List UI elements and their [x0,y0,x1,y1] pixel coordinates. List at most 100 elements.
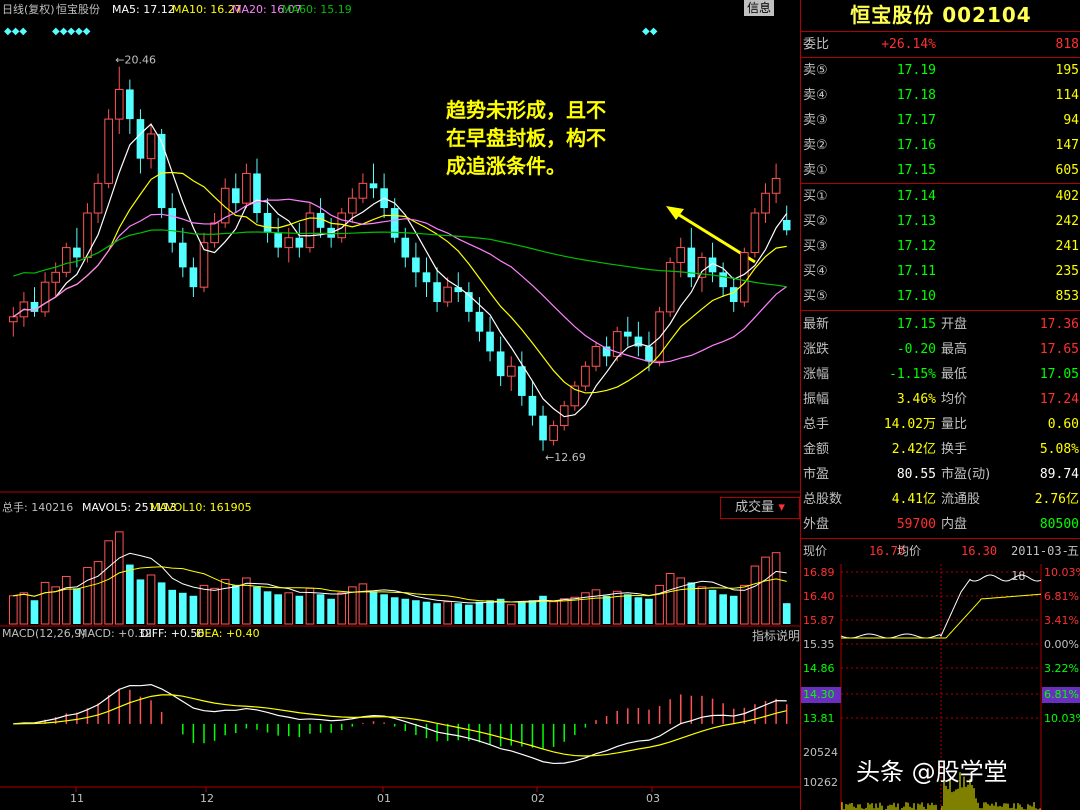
intraday-right-tick: 10.03% [1044,566,1080,579]
quote-label-2: 量比 [941,412,967,437]
mavol10-label: MAVOL10: 161905 [150,501,252,514]
intraday-right-tick: 6.81% [1044,688,1079,701]
orderbook-row: 卖① 17.15 605 [801,158,1080,183]
orderbook-row: 买② 17.13 242 [801,209,1080,234]
candle [730,277,738,312]
orderbook-price: 17.14 [897,184,936,209]
volume-bar [730,596,738,624]
volume-bar [391,597,399,624]
volume-bars [9,532,790,624]
orderbook-row: 卖② 17.16 147 [801,133,1080,158]
quote-label: 外盘 [803,512,829,537]
volume-bar [709,590,717,624]
volume-bar [41,582,49,624]
x-tick-label: 01 [377,792,391,805]
quote-row: 金额 2.42亿 换手 5.08% [801,437,1080,462]
intraday-right-tick: 10.03% [1044,712,1080,725]
volume-bar [698,587,706,624]
candle [507,356,515,391]
indicator-help-button[interactable]: 指标说明 [752,627,800,644]
volume-bar [306,588,314,624]
quote-value: 4.41亿 [892,487,936,512]
volume-bar [772,553,780,624]
candle [126,80,134,134]
candle [179,228,187,277]
volume-bar [656,585,664,624]
candle [253,159,261,223]
candle [147,124,155,168]
candle [476,297,484,341]
volume-bar [147,575,155,624]
orderbook-qty: 235 [1056,259,1079,284]
annotation-line-2: 在早盘封板，构不 [446,124,676,152]
intraday-left-tick: 15.35 [803,638,835,651]
volume-bar [476,602,484,624]
orderbook-label: 买④ [803,259,828,284]
weibi-value: +26.14% [881,32,936,57]
candle [582,361,590,391]
candle [486,317,494,361]
kline-chart[interactable]: 日线(复权) 恒宝股份 MA5: 17.12 MA10: 16.27 MA20:… [0,0,800,810]
volume-bar [645,599,653,624]
volume-bar [719,594,727,624]
info-button[interactable]: 信息 [744,0,774,16]
quote-value-2: 2.76亿 [1035,487,1079,512]
orderbook-row: 卖④ 17.18 114 [801,83,1080,108]
quote-value-2: 5.08% [1040,437,1079,462]
quote-value: 2.42亿 [892,437,936,462]
divider [801,310,1080,311]
volume-bar [412,600,420,624]
ma5-label: MA5: 17.12 [112,3,175,16]
quote-value-2: 17.36 [1040,312,1079,337]
intraday-left-tick: 13.81 [803,712,835,725]
volume-bar [433,603,441,624]
volume-bar [338,593,346,624]
orderbook-label: 买② [803,209,828,234]
svg-text:◆◆◆: ◆◆◆ [4,26,27,37]
candle [243,164,251,208]
quote-value-2: 17.24 [1040,387,1079,412]
volume-bar [52,587,60,624]
volume-bar [285,593,293,624]
volume-indicator-button[interactable]: 成交量 ▾ [720,497,800,519]
volume-bar [296,596,304,624]
volume-button-label: 成交量 [735,500,774,515]
weibi-label: 委比 [803,32,829,57]
candle [624,317,632,347]
quote-row: 市盈 80.55 市盈(动) 89.74 [801,462,1080,487]
quote-value: 3.46% [897,387,936,412]
volume-bar [221,579,229,624]
stock-title: 恒宝股份 002104 [801,0,1080,30]
intraday-left-tick: 14.30 [803,688,835,701]
quote-value: 14.02万 [884,412,936,437]
intraday-left-tick: 14.86 [803,662,835,675]
candle [783,206,791,236]
candle [200,233,208,292]
candle [370,164,378,199]
volume-bar [158,582,166,624]
orderbook-price: 17.17 [897,108,936,133]
volume-bar [62,576,70,624]
candle [412,243,420,287]
quote-label: 涨幅 [803,362,829,387]
candle [359,173,367,203]
candle [539,406,547,451]
volume-bar [137,579,145,624]
orderbook-label: 买① [803,184,828,209]
intraday-right-tick: 3.41% [1044,614,1079,627]
quote-value-2: 0.60 [1048,412,1079,437]
candle [232,173,240,213]
volume-bar [73,588,81,624]
quote-label-2: 均价 [941,387,967,412]
ma60-label: MA60: 15.19 [282,3,352,16]
quote-label-2: 最高 [941,337,967,362]
svg-text:◆◆: ◆◆ [642,26,658,37]
quote-label: 最新 [803,312,829,337]
quote-value-2: 17.65 [1040,337,1079,362]
quote-label-2: 流通股 [941,487,980,512]
volume-bar [31,600,39,624]
quote-panel: 恒宝股份 002104 委比 +26.14% 818 卖⑤ 17.19 195 卖④ 1… [800,0,1080,810]
orderbook-qty: 114 [1056,83,1079,108]
orderbook-price: 17.11 [897,259,936,284]
volume-bar [592,590,600,624]
